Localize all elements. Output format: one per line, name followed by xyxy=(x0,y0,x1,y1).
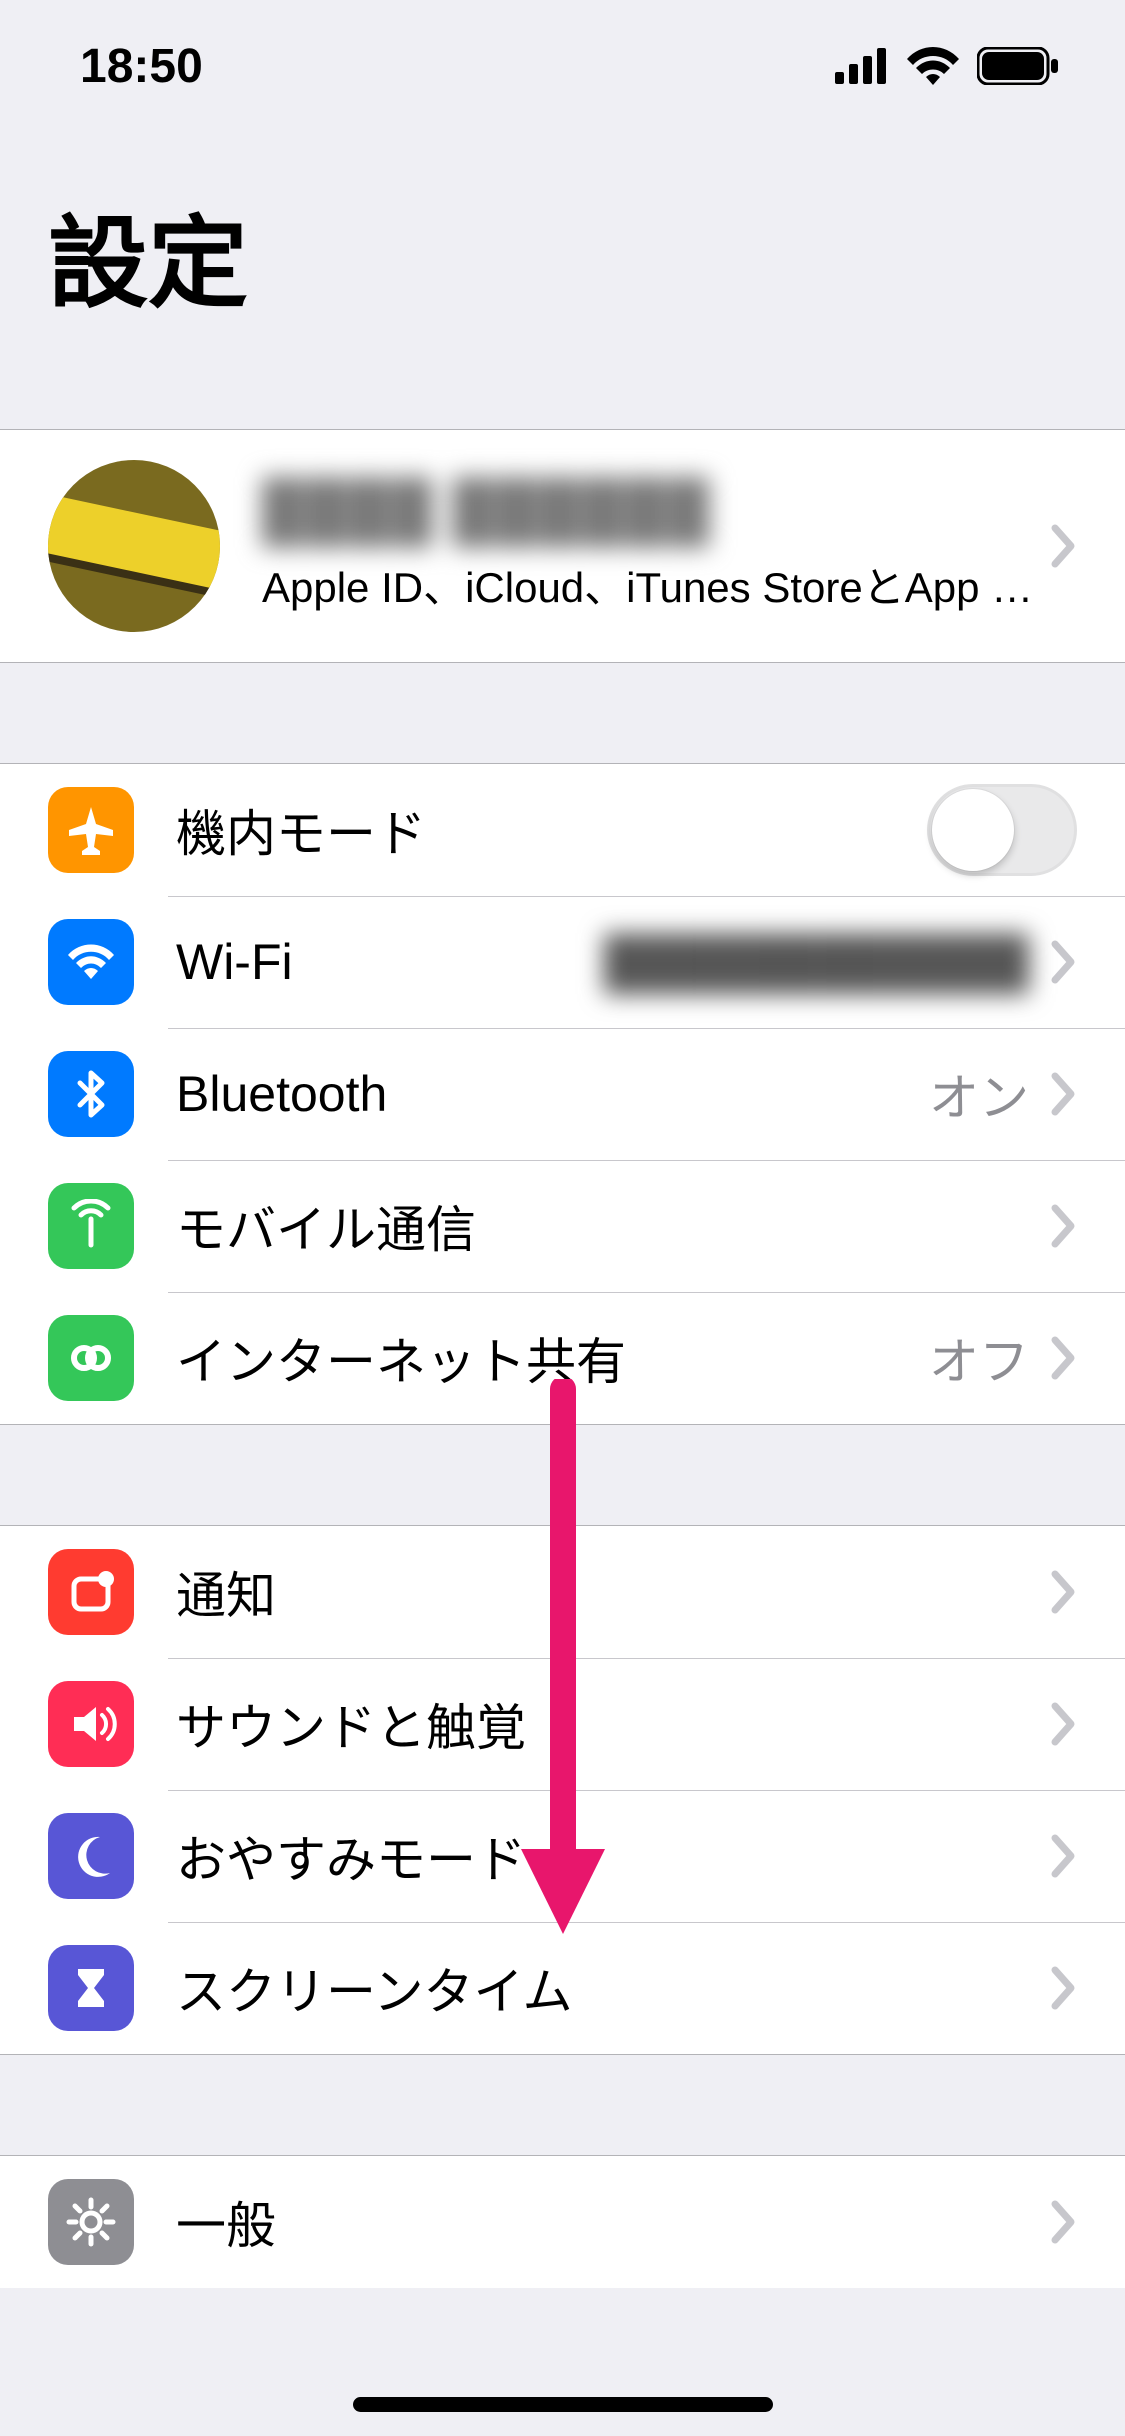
group-alerts: 通知 サウンドと触覚 おやすみモード スクリーンタイム xyxy=(0,1525,1125,2055)
cellular-signal-icon xyxy=(835,48,889,84)
notifications-icon xyxy=(48,1549,134,1635)
gear-icon xyxy=(48,2179,134,2265)
sounds-label: サウンドと触覚 xyxy=(176,1688,1051,1760)
hotspot-label: インターネット共有 xyxy=(176,1322,929,1394)
bluetooth-label: Bluetooth xyxy=(176,1065,929,1123)
chevron-right-icon xyxy=(1051,940,1077,984)
cell-sounds[interactable]: サウンドと触覚 xyxy=(0,1658,1125,1790)
chevron-right-icon xyxy=(1051,1834,1077,1878)
bluetooth-icon xyxy=(48,1051,134,1137)
apple-id-subtitle: Apple ID、iCloud、iTunes StoreとApp S… xyxy=(262,554,1051,615)
cell-wifi[interactable]: Wi-Fi ████████████ xyxy=(0,896,1125,1028)
airplane-label: 機内モード xyxy=(176,794,927,866)
group-apple-id: ████ ██████ Apple ID、iCloud、iTunes Store… xyxy=(0,429,1125,663)
chevron-right-icon xyxy=(1051,1336,1077,1380)
cell-cellular[interactable]: モバイル通信 xyxy=(0,1160,1125,1292)
cell-bluetooth[interactable]: Bluetooth オン xyxy=(0,1028,1125,1160)
group-connectivity: 機内モード Wi-Fi ████████████ Bluetooth オン モバ… xyxy=(0,763,1125,1425)
bluetooth-value: オン xyxy=(929,1058,1029,1130)
cellular-label: モバイル通信 xyxy=(176,1190,1051,1262)
cellular-icon xyxy=(48,1183,134,1269)
cell-screen-time[interactable]: スクリーンタイム xyxy=(0,1922,1125,2054)
cell-do-not-disturb[interactable]: おやすみモード xyxy=(0,1790,1125,1922)
sounds-icon xyxy=(48,1681,134,1767)
chevron-right-icon xyxy=(1051,1966,1077,2010)
chevron-right-icon xyxy=(1051,524,1077,568)
hotspot-icon xyxy=(48,1315,134,1401)
wifi-value: ████████████ xyxy=(604,933,1029,991)
general-label: 一般 xyxy=(176,2186,1051,2258)
wifi-label: Wi-Fi xyxy=(176,933,604,991)
airplane-icon xyxy=(48,787,134,873)
dnd-label: おやすみモード xyxy=(176,1820,1051,1892)
wifi-icon xyxy=(907,47,959,85)
cell-notifications[interactable]: 通知 xyxy=(0,1526,1125,1658)
status-time: 18:50 xyxy=(80,39,203,94)
settings-list[interactable]: ████ ██████ Apple ID、iCloud、iTunes Store… xyxy=(0,359,1125,2288)
apple-id-cell[interactable]: ████ ██████ Apple ID、iCloud、iTunes Store… xyxy=(0,430,1125,662)
cell-airplane-mode[interactable]: 機内モード xyxy=(0,764,1125,896)
avatar xyxy=(48,460,220,632)
status-indicators xyxy=(835,47,1059,85)
screentime-label: スクリーンタイム xyxy=(176,1952,1051,2024)
page-title: 設定 xyxy=(0,132,1125,359)
chevron-right-icon xyxy=(1051,1570,1077,1614)
chevron-right-icon xyxy=(1051,1702,1077,1746)
chevron-right-icon xyxy=(1051,1072,1077,1116)
chevron-right-icon xyxy=(1051,2200,1077,2244)
cell-hotspot[interactable]: インターネット共有 オフ xyxy=(0,1292,1125,1424)
hourglass-icon xyxy=(48,1945,134,2031)
group-general: 一般 xyxy=(0,2155,1125,2288)
battery-icon xyxy=(977,47,1059,85)
home-indicator[interactable] xyxy=(353,2397,773,2412)
cell-general[interactable]: 一般 xyxy=(0,2156,1125,2288)
notifications-label: 通知 xyxy=(176,1556,1051,1628)
airplane-toggle[interactable] xyxy=(927,784,1077,876)
moon-icon xyxy=(48,1813,134,1899)
hotspot-value: オフ xyxy=(929,1322,1029,1394)
status-bar: 18:50 xyxy=(0,0,1125,132)
apple-id-name: ████ ██████ xyxy=(262,477,1051,544)
wifi-icon xyxy=(48,919,134,1005)
chevron-right-icon xyxy=(1051,1204,1077,1248)
